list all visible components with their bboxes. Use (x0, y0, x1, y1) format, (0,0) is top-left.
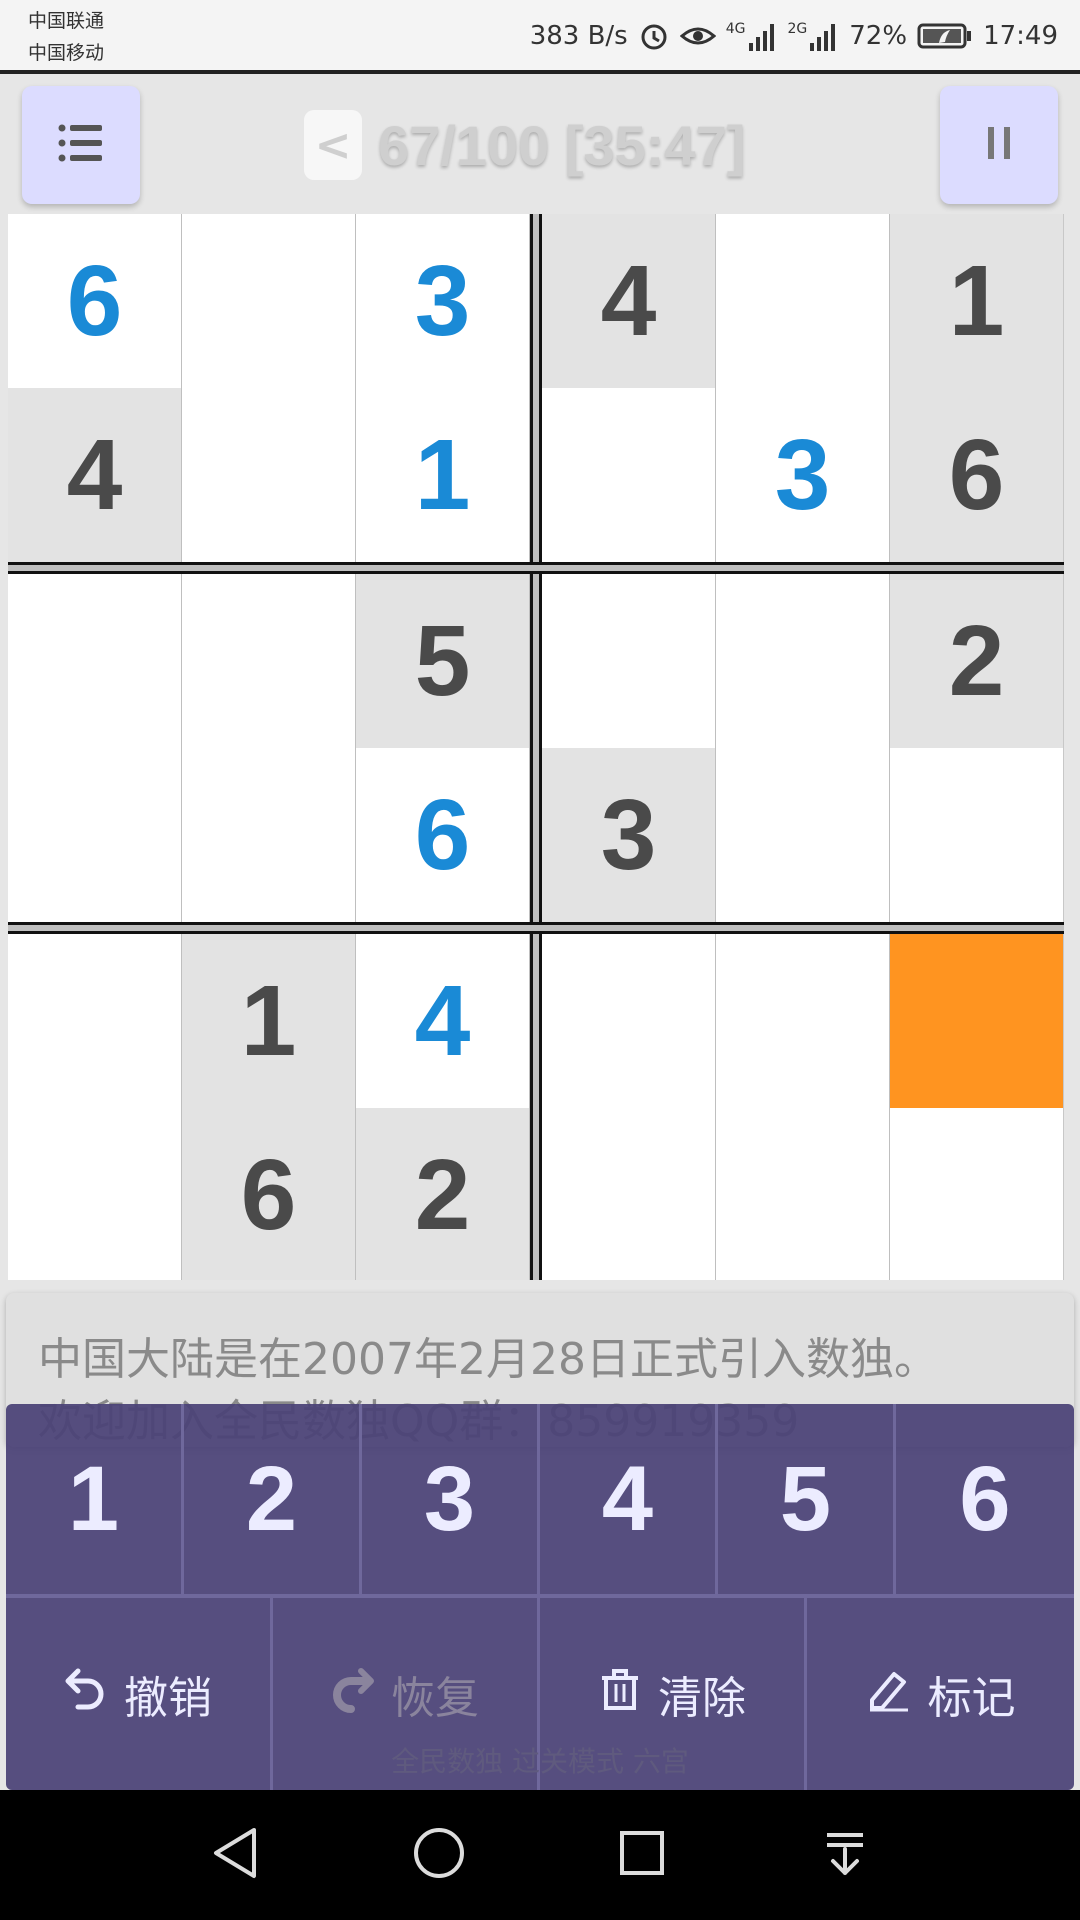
net-speed: 383 B/s (529, 21, 628, 51)
keypad: 1 2 3 4 5 6 撤销 恢复 清除 标记 (6, 1404, 1074, 1790)
sudoku-cell-r2c3[interactable]: 1 (356, 388, 529, 562)
sudoku-cell-r4c6[interactable] (890, 748, 1063, 922)
sudoku-cell-r5c6[interactable] (890, 934, 1063, 1108)
nav-notification-button[interactable] (810, 1820, 880, 1890)
sudoku-cell-r1c1[interactable]: 6 (8, 214, 181, 388)
sudoku-cell-r5c2[interactable]: 1 (182, 934, 355, 1108)
sudoku-cell-r2c4[interactable] (542, 388, 715, 562)
number-key-2[interactable]: 2 (184, 1404, 362, 1594)
sudoku-cell-r6c1[interactable] (8, 1108, 181, 1280)
sudoku-cell-r3c1[interactable] (8, 574, 181, 748)
pause-button[interactable] (940, 86, 1058, 204)
pencil-icon (866, 1666, 912, 1723)
recents-square-icon (618, 1829, 666, 1881)
sudoku-cell-r6c6[interactable] (890, 1108, 1063, 1280)
sudoku-cell-r6c5[interactable] (716, 1108, 889, 1280)
signal-4g: 4G (726, 21, 778, 51)
box-divider-horizontal-1 (8, 562, 1064, 574)
sudoku-cell-r2c1[interactable]: 4 (8, 388, 181, 562)
clock: 17:49 (983, 21, 1058, 51)
redo-label: 恢复 (391, 1673, 479, 1724)
status-bar: 中国联通 中国移动 383 B/s 4G 2G 72% 17:49 (0, 0, 1080, 74)
box-divider-horizontal-2 (8, 922, 1064, 934)
number-key-5[interactable]: 5 (718, 1404, 896, 1594)
level-progress-timer: 67/100 [35:47] (378, 113, 746, 177)
back-triangle-icon (210, 1826, 260, 1884)
number-key-3[interactable]: 3 (362, 1404, 540, 1594)
previous-level-button[interactable]: < (304, 110, 362, 180)
sudoku-cell-r4c4[interactable]: 3 (542, 748, 715, 922)
sudoku-cell-r3c4[interactable] (542, 574, 715, 748)
alarm-icon (638, 20, 670, 52)
sudoku-cell-r1c6[interactable]: 1 (890, 214, 1063, 388)
undo-icon (64, 1665, 108, 1724)
sudoku-cell-r4c5[interactable] (716, 748, 889, 922)
number-key-4[interactable]: 4 (540, 1404, 718, 1594)
menu-button[interactable] (22, 86, 140, 204)
sudoku-cell-r5c4[interactable] (542, 934, 715, 1108)
sudoku-cell-r5c5[interactable] (716, 934, 889, 1108)
sudoku-cell-r3c5[interactable] (716, 574, 889, 748)
screen: 中国联通 中国移动 383 B/s 4G 2G 72% 17:49 < 67/1… (0, 0, 1080, 1920)
list-icon (58, 123, 104, 167)
sudoku-cell-r1c5[interactable] (716, 214, 889, 388)
sudoku-cell-r6c4[interactable] (542, 1108, 715, 1280)
sudoku-cell-r5c3[interactable]: 4 (356, 934, 529, 1108)
eye-icon (679, 22, 716, 50)
box-divider-vertical (530, 214, 542, 1280)
sudoku-cell-r3c2[interactable] (182, 574, 355, 748)
navigation-bar (0, 1790, 1080, 1920)
carrier-2: 中国移动 (28, 42, 105, 64)
clear-label: 清除 (658, 1673, 746, 1724)
number-key-1[interactable]: 1 (6, 1404, 184, 1594)
number-key-6[interactable]: 6 (896, 1404, 1074, 1594)
sudoku-cell-r1c2[interactable] (182, 214, 355, 388)
status-icons: 383 B/s 4G 2G 72% 17:49 (530, 18, 1058, 54)
sudoku-cell-r2c5[interactable]: 3 (716, 388, 889, 562)
trash-icon (598, 1666, 642, 1723)
top-bar: < 67/100 [35:47] (0, 78, 1080, 212)
sudoku-cell-r3c3[interactable]: 5 (356, 574, 529, 748)
sudoku-cell-r2c6[interactable]: 6 (890, 388, 1063, 562)
hint-fact: 中国大陆是在2007年2月28日正式引入数独。 (38, 1334, 938, 1385)
battery-percent: 72% (849, 21, 908, 51)
pause-icon (986, 125, 1012, 165)
mark-label: 标记 (927, 1673, 1016, 1724)
sudoku-cell-r5c1[interactable] (8, 934, 181, 1108)
sudoku-cell-r4c3[interactable]: 6 (356, 748, 529, 922)
redo-icon (331, 1665, 375, 1724)
game-mode-label: 全民数独 过关模式 六宫 (391, 1745, 689, 1778)
sudoku-cell-r2c2[interactable] (182, 388, 355, 562)
carrier-1: 中国联通 (28, 10, 105, 32)
sudoku-cell-r4c1[interactable] (8, 748, 181, 922)
home-circle-icon (412, 1826, 466, 1884)
sudoku-cell-r4c2[interactable] (182, 748, 355, 922)
sudoku-cell-r1c3[interactable]: 3 (356, 214, 529, 388)
nav-home-button[interactable] (404, 1820, 474, 1890)
signal-2g: 2G (788, 21, 840, 51)
pull-down-icon (821, 1829, 869, 1881)
sudoku-cell-r6c2[interactable]: 6 (182, 1108, 355, 1280)
sudoku-board: 6341413652631462 (8, 214, 1064, 1280)
nav-recents-button[interactable] (607, 1820, 677, 1890)
nav-back-button[interactable] (200, 1820, 270, 1890)
sudoku-cell-r3c6[interactable]: 2 (890, 574, 1063, 748)
sudoku-cell-r6c3[interactable]: 2 (356, 1108, 529, 1280)
sudoku-cell-r1c4[interactable]: 4 (542, 214, 715, 388)
battery-icon (917, 22, 973, 50)
level-info: < 67/100 [35:47] (304, 108, 745, 182)
undo-label: 撤销 (124, 1673, 212, 1724)
